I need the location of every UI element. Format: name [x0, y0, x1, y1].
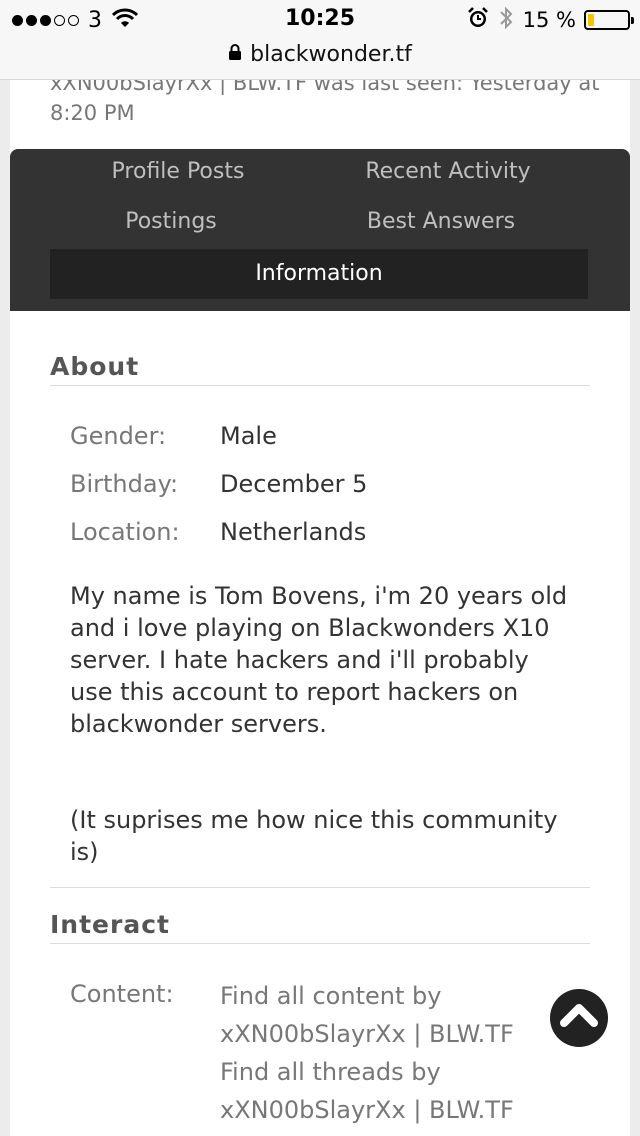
chevron-up-icon: [559, 999, 599, 1037]
link-line: xXN00bSlayrXx | BLW.TF: [220, 1096, 514, 1124]
last-seen-line: 8:20 PM: [50, 101, 135, 125]
about-note: (It suprises me how nice this community …: [70, 804, 590, 868]
tab-best-answers[interactable]: Best Answers: [348, 209, 534, 234]
gender-label: Gender:: [70, 422, 167, 450]
bio-line: and i love playing on Blackwonders X10: [70, 614, 550, 642]
interact-heading: Interact: [50, 910, 590, 944]
last-seen-line: xXN00bSlayrXx | BLW.TF was last seen: Ye…: [50, 80, 600, 95]
bio-line: use this account to report hackers on: [70, 678, 519, 706]
find-threads-link[interactable]: Find all threads by xXN00bSlayrXx | BLW.…: [220, 1053, 560, 1129]
battery-icon: [584, 10, 634, 30]
location-value: Netherlands: [220, 518, 367, 546]
content-label: Content:: [70, 980, 174, 1008]
link-line: xXN00bSlayrXx | BLW.TF: [220, 1020, 514, 1048]
note-line: is): [70, 838, 99, 866]
battery-percent: 15 %: [522, 8, 576, 32]
tab-information[interactable]: Information: [50, 249, 588, 299]
profile-tabs: Profile Posts Recent Activity Postings B…: [10, 149, 630, 311]
bluetooth-icon: [499, 6, 513, 34]
lock-icon: [228, 40, 242, 70]
gender-value: Male: [220, 422, 277, 450]
battery-fill: [588, 14, 594, 26]
bio-line: server. I hate hackers and i'll probably: [70, 646, 529, 674]
status-right: 15 %: [467, 6, 634, 34]
birthday-value: December 5: [220, 470, 368, 498]
note-line: (It suprises me how nice this community: [70, 806, 558, 834]
tab-profile-posts[interactable]: Profile Posts: [78, 159, 278, 184]
address-bar[interactable]: blackwonder.tf: [0, 40, 640, 80]
link-line: Find all content by: [220, 982, 442, 1010]
url-text: blackwonder.tf: [250, 42, 412, 67]
link-line: Find all threads by: [220, 1058, 441, 1086]
profile-page: xXN00bSlayrXx | BLW.TF was last seen: Ye…: [10, 80, 630, 1136]
location-label: Location:: [70, 518, 180, 546]
birthday-label: Birthday:: [70, 470, 179, 498]
bio-line: My name is Tom Bovens, i'm 20 years old: [70, 582, 568, 610]
url-display[interactable]: blackwonder.tf: [228, 40, 412, 70]
last-seen-text: xXN00bSlayrXx | BLW.TF was last seen: Ye…: [50, 80, 610, 128]
section-divider: [50, 887, 590, 888]
about-bio: My name is Tom Bovens, i'm 20 years old …: [70, 580, 590, 740]
about-heading: About: [50, 352, 590, 386]
tab-postings[interactable]: Postings: [78, 209, 264, 234]
find-content-link[interactable]: Find all content by xXN00bSlayrXx | BLW.…: [220, 977, 560, 1053]
scroll-to-top-button[interactable]: [550, 989, 608, 1047]
alarm-icon: [467, 7, 489, 33]
tab-recent-activity[interactable]: Recent Activity: [348, 159, 548, 184]
bio-line: blackwonder servers.: [70, 710, 327, 738]
status-bar: 3 10:25 15 %: [0, 0, 640, 40]
